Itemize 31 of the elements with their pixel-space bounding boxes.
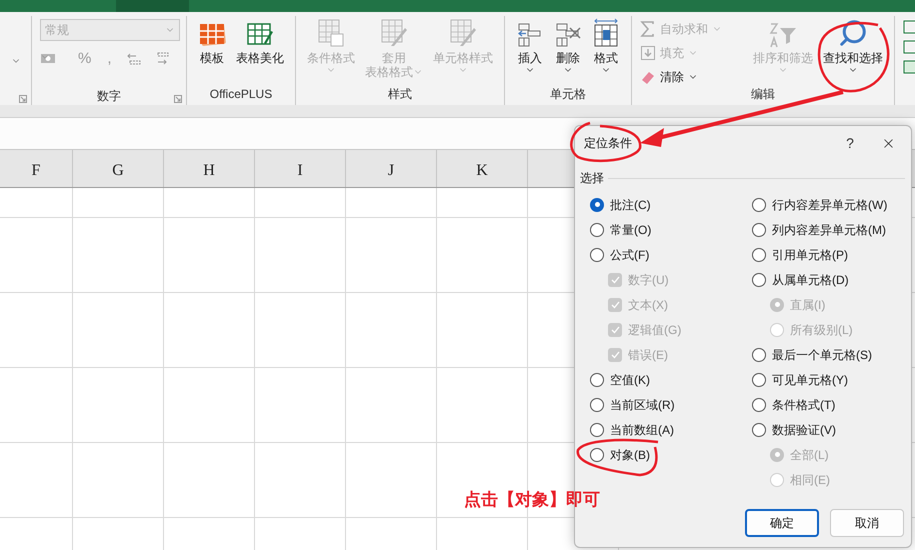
option-label: 全部(L)	[790, 446, 829, 464]
option-label: 错误(E)	[628, 346, 668, 364]
option-label: 行内容差异单元格(W)	[772, 196, 888, 214]
option-label: 可见单元格(Y)	[772, 372, 848, 388]
option-label: 当前区域(R)	[610, 396, 675, 414]
group-label: 编辑	[751, 86, 775, 103]
option-label: 对象(B)	[610, 446, 650, 464]
option-label: 列内容差异单元格(M)	[772, 222, 886, 238]
group-label: 单元格	[550, 86, 586, 103]
option-label: 直属(I)	[790, 296, 826, 314]
annotation-text: 点击【对象】即可	[464, 489, 600, 511]
group-label: 选择	[580, 170, 604, 187]
option-label: 文本(X)	[628, 296, 668, 314]
option-label: 数字(U)	[628, 272, 669, 288]
group-label: 数字	[97, 88, 121, 105]
option-label: 条件格式(T)	[772, 396, 836, 414]
option-label: 数据验证(V)	[772, 422, 836, 438]
option-label: 公式(F)	[610, 246, 650, 264]
dialog-title: 定位条件	[584, 135, 632, 152]
option-label: 所有级别(L)	[790, 322, 853, 338]
option-label: 相同(E)	[790, 472, 830, 488]
option-label: 空值(K)	[610, 372, 650, 388]
option-label: 批注(C)	[610, 196, 651, 214]
group-label: OfficePLUS	[210, 86, 272, 103]
option-label: 常量(O)	[610, 222, 652, 238]
group-label: 样式	[388, 86, 412, 103]
option-label: 从属单元格(D)	[772, 272, 849, 288]
option-label: 逻辑值(G)	[628, 322, 682, 338]
option-label: 引用单元格(P)	[772, 246, 848, 264]
option-label: 当前数组(A)	[610, 422, 674, 438]
option-label: 最后一个单元格(S)	[772, 346, 872, 364]
